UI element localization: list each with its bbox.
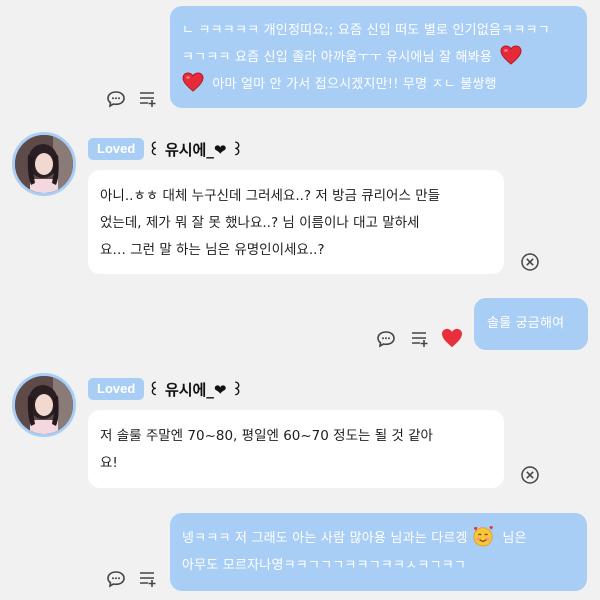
red-heart-emoji-icon: [182, 72, 204, 92]
add-to-list-icon[interactable]: [410, 330, 430, 348]
profile-photo: [15, 376, 73, 434]
outgoing-message-1[interactable]: ㄴ ㅋㅋㅋㅋㅋ 개인정띠요;; 요즘 신입 떠도 별로 인기없음ㅋㅋㅋㄱ ㅋㄱㅋ…: [170, 6, 587, 108]
comment-icon[interactable]: [376, 330, 396, 348]
comment-icon[interactable]: [106, 570, 126, 588]
add-to-list-icon[interactable]: [138, 570, 158, 588]
loved-badge: Loved: [88, 138, 145, 160]
outgoing-message-3[interactable]: 넹ㅋㅋㅋ 저 그래도 아는 사람 많아용 님과는 다르겡 님은 아무도 모르자나…: [170, 513, 587, 591]
message-text: 아마 얼마 안 가서 접으시겠지만!! 무명 ㅈㄴ 불쌍행: [212, 77, 497, 92]
liked-heart-icon[interactable]: [441, 328, 463, 348]
message-line: 저 솔룰 주말엔 70~80, 평일엔 60~70 정도는 될 것 같아: [100, 428, 433, 444]
message-line-with-emoji: 넹ㅋㅋㅋ 저 그래도 아는 사람 많아용 님과는 다르겡 님은: [182, 525, 575, 552]
message-line: 아무도 모르자나영ㅋㅋㄱㄱㄱㅋㅋㄱㅋㅋㅅㅋㄱㅋㄱ: [182, 558, 467, 573]
smiling-face-with-hearts-emoji-icon: [473, 526, 493, 547]
incoming-message-2[interactable]: 저 솔룰 주말엔 70~80, 평일엔 60~70 정도는 될 것 같아 요!: [88, 410, 504, 488]
message-text: ㅋㄱㅋㅋ 요즘 신입 졸라 아까움ㅜㅜ 유시에님 잘 해봐용: [182, 50, 493, 65]
incoming-message-1[interactable]: 아니..ㅎㅎ 대체 누구신데 그러세요..? 저 방금 큐리어스 만들 었는데,…: [88, 170, 504, 274]
add-to-list-icon[interactable]: [138, 90, 158, 108]
outgoing-message-2[interactable]: 솔룰 궁금해여: [474, 298, 588, 350]
message-line: 요… 그런 말 하는 님은 유명인이세요..?: [100, 242, 325, 258]
close-icon[interactable]: [520, 252, 540, 272]
message-line: 었는데, 제가 뭐 잘 못 했나요..? 님 이름이나 대고 말하세: [100, 215, 420, 231]
loved-badge: Loved: [88, 378, 145, 400]
avatar[interactable]: [12, 373, 76, 437]
message-text: 님은: [502, 531, 527, 546]
avatar[interactable]: [12, 132, 76, 196]
profile-photo: [15, 135, 73, 193]
red-heart-emoji-icon: [500, 45, 522, 65]
message-line: 아니..ㅎㅎ 대체 누구신데 그러세요..? 저 방금 큐리어스 만들: [100, 188, 441, 204]
message-line: 솔룰 궁금해여: [487, 316, 565, 331]
message-line: 요!: [100, 455, 118, 471]
nickname[interactable]: ꒰ 유시에_❤ ꒱: [148, 139, 243, 160]
message-line: ㄴ ㅋㅋㅋㅋㅋ 개인정띠요;; 요즘 신입 떠도 별로 인기없음ㅋㅋㅋㄱ: [182, 23, 550, 38]
message-line-with-emoji: 아마 얼마 안 가서 접으시겠지만!! 무명 ㅈㄴ 불쌍행: [182, 71, 575, 98]
comment-icon[interactable]: [106, 90, 126, 108]
close-icon[interactable]: [520, 465, 540, 485]
message-line-with-emoji: ㅋㄱㅋㅋ 요즘 신입 졸라 아까움ㅜㅜ 유시에님 잘 해봐용: [182, 44, 575, 71]
message-text: 넹ㅋㅋㅋ 저 그래도 아는 사람 많아용 님과는 다르겡: [182, 531, 468, 546]
nickname[interactable]: ꒰ 유시에_❤ ꒱: [148, 379, 243, 400]
